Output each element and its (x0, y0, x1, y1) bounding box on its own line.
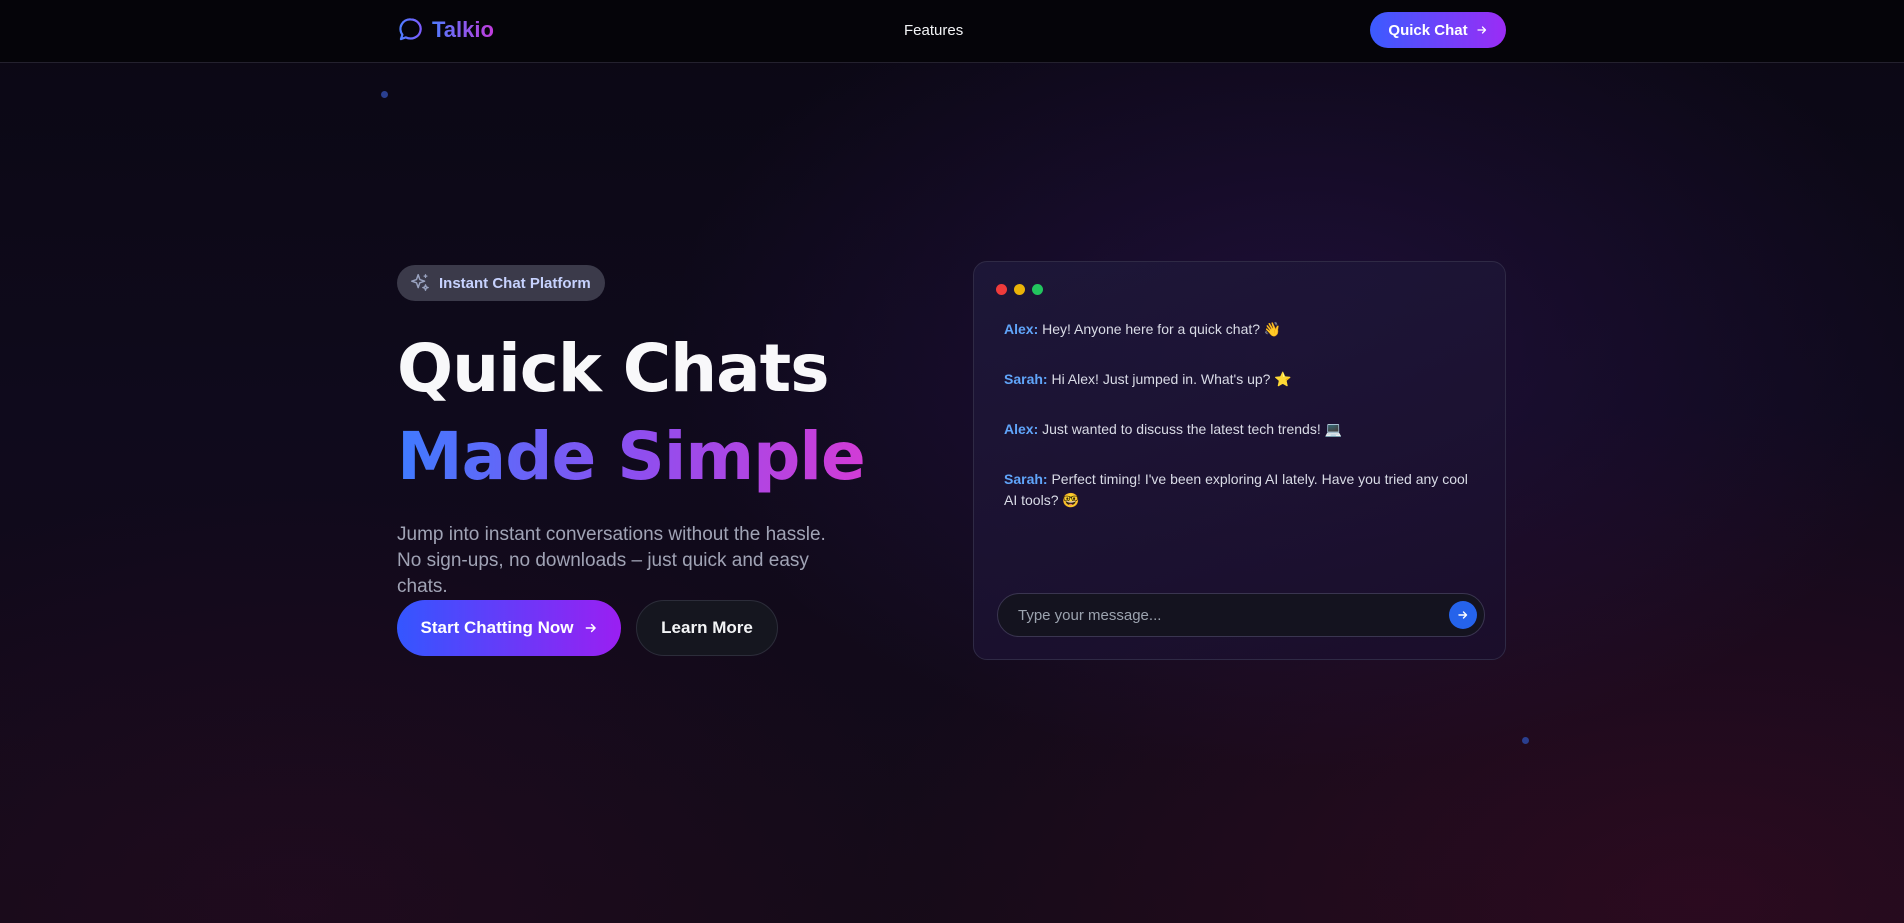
start-chatting-button[interactable]: Start Chatting Now (397, 600, 621, 656)
message-author: Sarah: (1004, 471, 1048, 487)
hero-badge: Instant Chat Platform (397, 265, 605, 301)
quick-chat-button[interactable]: Quick Chat (1370, 12, 1506, 48)
arrow-right-icon (1476, 26, 1486, 34)
chat-bubble-icon (399, 18, 422, 41)
decorative-dot (1522, 737, 1529, 744)
nav-link-features[interactable]: Features (904, 22, 963, 39)
decorative-dot (381, 91, 388, 98)
brand-name: Talkio (432, 16, 494, 42)
page-background (0, 0, 1904, 923)
send-button[interactable] (1449, 601, 1477, 629)
message-composer (997, 593, 1485, 637)
brand-logo[interactable]: Talkio (397, 16, 494, 43)
badge-label: Instant Chat Platform (439, 274, 591, 292)
hero-subtitle: Jump into instant conversations without … (397, 524, 826, 597)
message-text: Hi Alex! Just jumped in. What's up? ⭐ (1051, 371, 1292, 387)
maximize-dot (1032, 284, 1043, 295)
close-dot (996, 284, 1007, 295)
message-list: Alex: Hey! Anyone here for a quick chat?… (1004, 319, 1484, 540)
message-text: Just wanted to discuss the latest tech t… (1042, 421, 1343, 437)
hero-title-line1: Quick Chats (397, 330, 830, 407)
chat-message: Alex: Hey! Anyone here for a quick chat?… (1004, 319, 1484, 340)
message-text: Hey! Anyone here for a quick chat? 👋 (1042, 321, 1282, 337)
arrow-right-icon (1458, 611, 1468, 619)
start-chatting-label: Start Chatting Now (420, 618, 574, 637)
message-author: Alex: (1004, 421, 1039, 437)
sparkle-icon (411, 274, 429, 291)
hero-title-line2: Made Simple (397, 418, 866, 495)
learn-more-button[interactable]: Learn More (636, 600, 778, 656)
message-text: Perfect timing! I've been exploring AI l… (1004, 471, 1468, 508)
message-author: Alex: (1004, 321, 1039, 337)
chat-message: Sarah: Hi Alex! Just jumped in. What's u… (1004, 369, 1484, 390)
chat-preview-window: Alex: Hey! Anyone here for a quick chat?… (973, 261, 1506, 660)
chat-message: Alex: Just wanted to discuss the latest … (1004, 419, 1484, 440)
window-controls (996, 284, 1043, 295)
chat-message: Sarah: Perfect timing! I've been explori… (1004, 469, 1484, 511)
message-input[interactable] (1018, 594, 1438, 636)
top-navbar: Talkio Features Quick Chat (0, 0, 1904, 63)
message-author: Sarah: (1004, 371, 1048, 387)
quick-chat-label: Quick Chat (1388, 21, 1468, 39)
arrow-right-icon (585, 623, 596, 633)
minimize-dot (1014, 284, 1025, 295)
